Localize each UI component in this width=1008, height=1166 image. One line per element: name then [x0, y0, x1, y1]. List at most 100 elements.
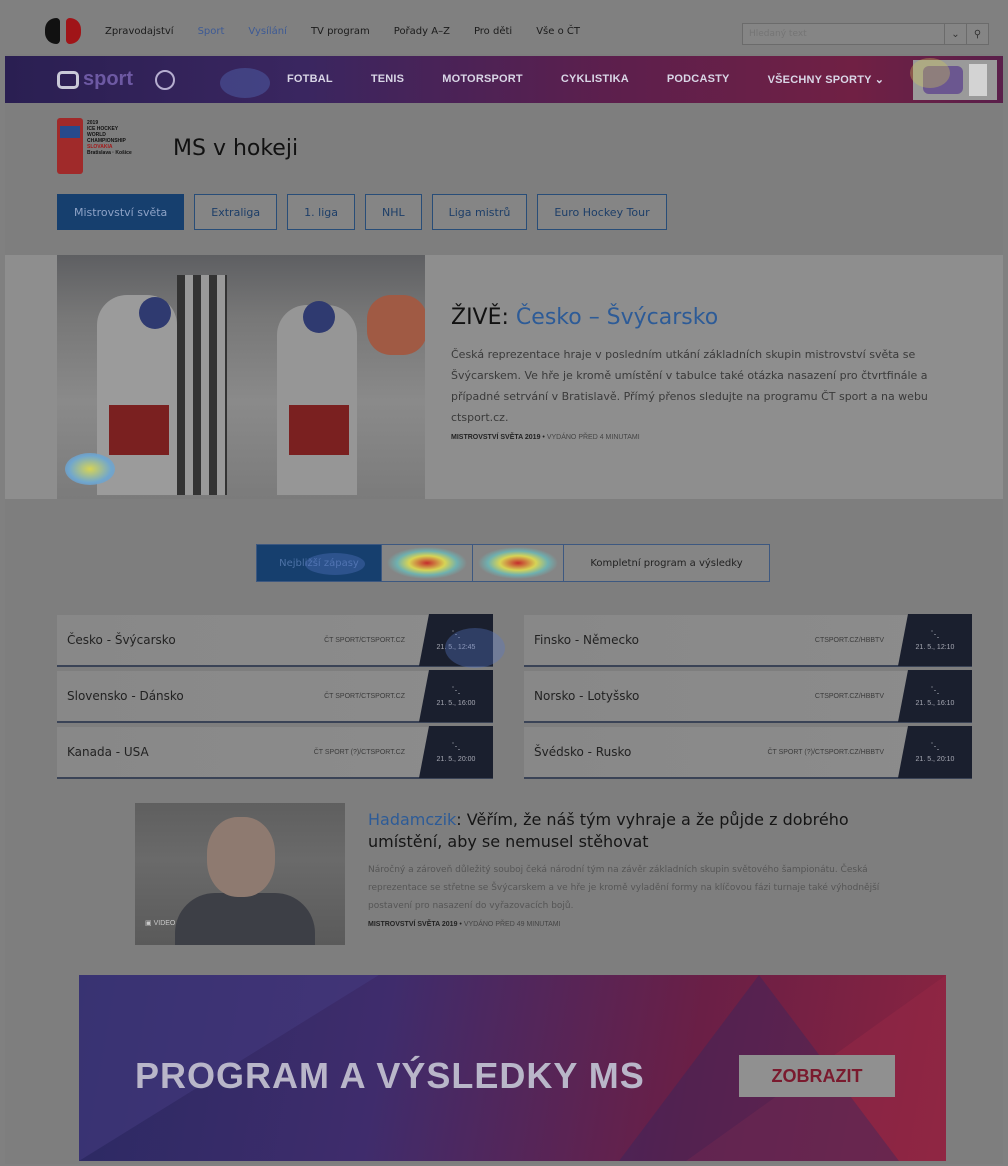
article-description: Náročný a zároveň důležitý souboj čeká n…: [368, 865, 880, 911]
segment-kompletni-program[interactable]: Kompletní program a výsledky: [564, 545, 769, 581]
hero-meta-time: VYDÁNO PŘED 4 MINUTAMI: [546, 434, 640, 441]
article-meta-time: VYDÁNO PŘED 49 MINUTAMI: [463, 921, 561, 928]
nav-item-podcasty[interactable]: PODCASTY: [667, 73, 730, 86]
heatmap-blob: [445, 628, 505, 668]
search-input[interactable]: [743, 24, 944, 44]
hero-title-prefix: ŽIVĚ:: [451, 305, 516, 330]
hockey-icon[interactable]: [155, 69, 175, 90]
tab-nhl[interactable]: NHL: [364, 194, 422, 230]
live-icon: ⋱: [451, 685, 461, 695]
video-badge: ▣ VIDEO: [145, 919, 175, 927]
program-banner[interactable]: PROGRAM A VÝSLEDKY MS ZOBRAZIT: [79, 975, 946, 1161]
section-header: 2019 ICE HOCKEY WORLD CHAMPIONSHIP SLOVA…: [57, 118, 298, 178]
hero-meta-section[interactable]: MISTROVSTVÍ SVĚTA 2019: [451, 434, 540, 441]
match-teams: Česko - Švýcarsko: [67, 633, 176, 647]
sport-logo-text: sport: [83, 68, 133, 90]
video-icon: ▣: [145, 920, 152, 927]
tab-1-liga[interactable]: 1. liga: [287, 194, 355, 230]
ct-logo[interactable]: [45, 18, 81, 44]
match-card[interactable]: Kanada - USA ČT SPORT (?)/CTSPORT.CZ ⋱ 21…: [57, 726, 493, 779]
segment-3[interactable]: [473, 545, 564, 581]
nav-item-fotbal[interactable]: FOTBAL: [287, 73, 333, 86]
iihf-logo: 2019 ICE HOCKEY WORLD CHAMPIONSHIP SLOVA…: [57, 118, 145, 178]
match-teams: Norsko - Lotyšsko: [534, 689, 640, 703]
match-teams: Švédsko - Rusko: [534, 745, 632, 759]
article-meta: MISTROVSTVÍ SVĚTA 2019 • VYDÁNO PŘED 49 …: [368, 921, 561, 928]
hero-image[interactable]: [57, 255, 425, 499]
page-title: MS v hokeji: [173, 135, 299, 161]
article-text: Hadamczik: Věřím, že náš tým vyhraje a ž…: [368, 809, 885, 928]
competition-tabs: Mistrovství světa Extraliga 1. liga NHL …: [57, 194, 667, 230]
nav-item-vsechny-sporty[interactable]: VŠECHNY SPORTY: [768, 73, 885, 86]
match-card[interactable]: Švédsko - Rusko ČT SPORT (?)/CTSPORT.CZ/…: [524, 726, 972, 779]
tab-extraliga[interactable]: Extraliga: [194, 194, 278, 230]
topnav-item-porady[interactable]: Pořady A–Z: [394, 26, 450, 37]
match-time-box: ⋱ 21. 5., 20:10: [898, 726, 972, 778]
topnav-item-vysilani[interactable]: Vysílání: [248, 26, 287, 37]
nav-item-cyklistika[interactable]: CYKLISTIKA: [561, 73, 629, 86]
banner-text: PROGRAM A VÝSLEDKY MS: [135, 1055, 645, 1096]
live-icon: ⋱: [451, 741, 461, 751]
match-channel: ČT SPORT/CTSPORT.CZ: [324, 692, 405, 700]
nav-item-tenis[interactable]: TENIS: [371, 73, 404, 86]
heatmap-blob: [220, 68, 270, 98]
search-icon[interactable]: ⚲: [966, 24, 988, 44]
match-time: 21. 5., 16:00: [436, 700, 476, 707]
live-icon: ⋱: [930, 629, 940, 639]
match-teams: Finsko - Německo: [534, 633, 639, 647]
match-card[interactable]: Česko - Švýcarsko ČT SPORT/CTSPORT.CZ ⋱ 2…: [57, 614, 493, 667]
match-card[interactable]: Norsko - Lotyšsko CTSPORT.CZ/HBBTV ⋱ 21. …: [524, 670, 972, 723]
article-meta-section[interactable]: MISTROVSTVÍ SVĚTA 2019: [368, 921, 457, 928]
topnav-item-tv-program[interactable]: TV program: [311, 26, 370, 37]
sport-logo[interactable]: sport: [57, 68, 133, 91]
match-channel: ČT SPORT/CTSPORT.CZ: [324, 636, 405, 644]
match-time-box: ⋱ 21. 5., 16:10: [898, 670, 972, 722]
match-time: 21. 5., 20:10: [915, 756, 955, 763]
tab-euro-hockey-tour[interactable]: Euro Hockey Tour: [537, 194, 667, 230]
hero-meta: MISTROVSTVÍ SVĚTA 2019 • VYDÁNO PŘED 4 M…: [451, 434, 640, 441]
hero-title[interactable]: ŽIVĚ: Česko – Švýcarsko: [451, 305, 971, 330]
sport-nav-items: FOTBAL TENIS MOTORSPORT CYKLISTIKA PODCA…: [287, 73, 922, 86]
match-channel: CTSPORT.CZ/HBBTV: [814, 636, 884, 644]
chevron-down-icon[interactable]: ⌄: [944, 24, 966, 44]
match-time: 21. 5., 16:10: [915, 700, 955, 707]
article-title-prefix: Hadamczik: [368, 810, 457, 829]
show-button[interactable]: ZOBRAZIT: [739, 1055, 895, 1097]
topnav-item-sport[interactable]: Sport: [198, 26, 225, 37]
match-card[interactable]: Finsko - Německo CTSPORT.CZ/HBBTV ⋱ 21. 5…: [524, 614, 972, 667]
match-channel: CTSPORT.CZ/HBBTV: [814, 692, 884, 700]
logo-line: Bratislava · Košice: [87, 150, 132, 156]
match-channel: ČT SPORT (?)/CTSPORT.CZ: [313, 748, 405, 756]
match-time-box: ⋱ 21. 5., 16:00: [419, 670, 493, 722]
secondary-article[interactable]: ▣ VIDEO Hadamczik: Věřím, že náš tým vyh…: [135, 803, 885, 945]
match-teams: Kanada - USA: [67, 745, 149, 759]
heatmap-blob: [910, 58, 950, 88]
live-icon: ⋱: [930, 685, 940, 695]
segment-2[interactable]: [382, 545, 473, 581]
match-channel: ČT SPORT (?)/CTSPORT.CZ/HBBTV: [767, 748, 884, 756]
match-time: 21. 5., 20:00: [436, 756, 476, 763]
ct-box-icon: [57, 70, 79, 89]
match-grid: Česko - Švýcarsko ČT SPORT/CTSPORT.CZ ⋱ 2…: [57, 614, 972, 779]
top-nav: Zpravodajství Sport Vysílání TV program …: [105, 26, 580, 37]
topnav-item-zpravodajstvi[interactable]: Zpravodajství: [105, 26, 174, 37]
match-teams: Slovensko - Dánsko: [67, 689, 184, 703]
match-card[interactable]: Slovensko - Dánsko ČT SPORT/CTSPORT.CZ ⋱…: [57, 670, 493, 723]
match-time-box: ⋱ 21. 5., 20:00: [419, 726, 493, 778]
live-icon: ⋱: [930, 741, 940, 751]
article-title[interactable]: Hadamczik: Věřím, že náš tým vyhraje a ž…: [368, 809, 885, 853]
nav-item-motorsport[interactable]: MOTORSPORT: [442, 73, 523, 86]
hero-article[interactable]: ŽIVĚ: Česko – Švýcarsko Česká reprezenta…: [5, 255, 1003, 499]
tab-mistrovstvi-sveta[interactable]: Mistrovství světa: [57, 194, 185, 230]
hero-text: ŽIVĚ: Česko – Švýcarsko Česká reprezenta…: [451, 305, 971, 441]
article-image[interactable]: ▣ VIDEO: [135, 803, 345, 945]
topnav-item-vse-o-ct[interactable]: Vše o ČT: [536, 26, 580, 37]
hero-title-match: Česko – Švýcarsko: [515, 305, 719, 330]
match-time: 21. 5., 12:10: [915, 644, 955, 651]
topnav-item-pro-deti[interactable]: Pro děti: [474, 26, 512, 37]
video-label: VIDEO: [153, 920, 176, 927]
tab-liga-mistru[interactable]: Liga mistrů: [431, 194, 528, 230]
search-box: ⌄ ⚲: [742, 23, 989, 45]
match-time-box: ⋱ 21. 5., 12:10: [898, 614, 972, 666]
play-icon[interactable]: [65, 453, 115, 485]
